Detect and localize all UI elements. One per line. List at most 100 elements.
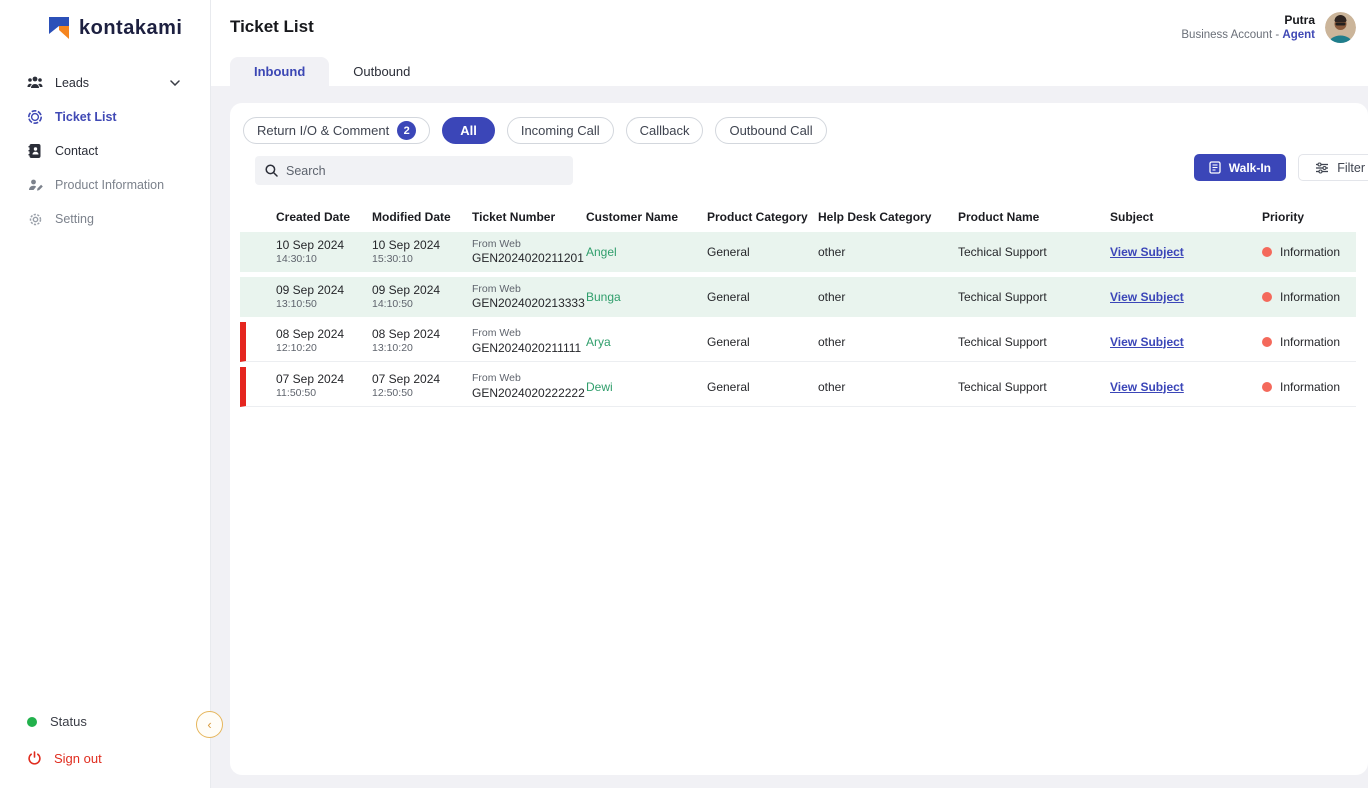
chip-callback[interactable]: Callback xyxy=(626,117,704,144)
main-area: Ticket List Putra Business Account - Age… xyxy=(211,0,1368,788)
tab-inbound[interactable]: Inbound xyxy=(230,57,329,86)
modified-date-cell: 09 Sep 2024 14:10:50 xyxy=(372,283,472,311)
view-subject-link[interactable]: View Subject xyxy=(1110,290,1184,304)
walk-in-button[interactable]: Walk-In xyxy=(1194,154,1286,181)
ticket-card: Return I/O & Comment 2 All Incoming Call… xyxy=(230,103,1368,775)
column-header-product-name: Product Name xyxy=(958,210,1110,224)
subject-cell: View Subject xyxy=(1110,335,1262,349)
search-box[interactable] xyxy=(255,156,573,185)
gear-icon xyxy=(27,211,43,227)
sidebar-item-label: Product Information xyxy=(55,178,164,192)
customer-name-cell: Arya xyxy=(586,335,707,349)
filter-chips-row: Return I/O & Comment 2 All Incoming Call… xyxy=(230,103,1368,144)
modified-date-cell: 10 Sep 2024 15:30:10 xyxy=(372,238,472,266)
column-header-priority: Priority xyxy=(1262,210,1356,224)
priority-dot-icon xyxy=(1262,337,1272,347)
chip-return-io-comment[interactable]: Return I/O & Comment 2 xyxy=(243,117,430,144)
ticket-number-cell: From Web GEN2024020211201 xyxy=(472,238,586,266)
ticket-number-cell: From Web GEN2024020211111 xyxy=(472,327,586,355)
topbar: Ticket List Putra Business Account - Age… xyxy=(211,0,1368,57)
brand-name: kontakami xyxy=(79,17,182,40)
view-subject-link[interactable]: View Subject xyxy=(1110,380,1184,394)
avatar[interactable] xyxy=(1325,12,1356,43)
created-date-cell: 08 Sep 2024 12:10:20 xyxy=(276,327,372,355)
sidebar-bottom: Status Sign out xyxy=(0,714,210,788)
user-name: Putra xyxy=(1181,12,1315,28)
walk-in-doc-icon xyxy=(1209,161,1221,174)
table-row[interactable]: 08 Sep 2024 12:10:20 08 Sep 2024 13:10:2… xyxy=(240,322,1356,362)
subject-cell: View Subject xyxy=(1110,290,1262,304)
user-role: Agent xyxy=(1282,29,1315,41)
product-name-cell: Techical Support xyxy=(958,245,1110,259)
priority-dot-icon xyxy=(1262,382,1272,392)
sidebar-item-setting[interactable]: Setting xyxy=(0,202,210,236)
priority-cell: Information xyxy=(1262,335,1356,349)
sidebar-item-label: Ticket List xyxy=(55,110,117,124)
help-desk-category-cell: other xyxy=(818,245,958,259)
column-header-customer-name: Customer Name xyxy=(586,210,707,224)
priority-cell: Information xyxy=(1262,245,1356,259)
ticket-icon xyxy=(27,109,43,125)
sidebar-item-label: Contact xyxy=(55,144,98,158)
tab-outbound[interactable]: Outbound xyxy=(329,57,434,86)
customer-name-cell: Dewi xyxy=(586,380,707,394)
view-subject-link[interactable]: View Subject xyxy=(1110,245,1184,259)
column-header-ticket-number: Ticket Number xyxy=(472,210,586,224)
help-desk-category-cell: other xyxy=(818,380,958,394)
table-row[interactable]: 10 Sep 2024 14:30:10 10 Sep 2024 15:30:1… xyxy=(240,232,1356,272)
chip-all[interactable]: All xyxy=(442,117,495,144)
user-info: Putra Business Account - Agent xyxy=(1181,12,1315,44)
user-block[interactable]: Putra Business Account - Agent xyxy=(1181,12,1356,44)
product-category-cell: General xyxy=(707,290,818,304)
priority-cell: Information xyxy=(1262,380,1356,394)
sidebar-item-label: Setting xyxy=(55,212,94,226)
user-subtitle: Business Account - Agent xyxy=(1181,28,1315,44)
ticket-number-cell: From Web GEN2024020222222 xyxy=(472,372,586,400)
priority-dot-icon xyxy=(1262,292,1272,302)
status-indicator: Status xyxy=(27,714,210,729)
product-category-cell: General xyxy=(707,380,818,394)
content-panel: Return I/O & Comment 2 All Incoming Call… xyxy=(211,86,1368,788)
search-icon xyxy=(265,164,278,177)
modified-date-cell: 08 Sep 2024 13:10:20 xyxy=(372,327,472,355)
count-badge: 2 xyxy=(397,121,416,140)
created-date-cell: 10 Sep 2024 14:30:10 xyxy=(276,238,372,266)
chip-incoming-call[interactable]: Incoming Call xyxy=(507,117,614,144)
help-desk-category-cell: other xyxy=(818,335,958,349)
chip-label: Return I/O & Comment xyxy=(257,123,389,138)
sidebar-item-leads[interactable]: Leads xyxy=(0,66,210,100)
priority-cell: Information xyxy=(1262,290,1356,304)
created-date-cell: 09 Sep 2024 13:10:50 xyxy=(276,283,372,311)
subject-cell: View Subject xyxy=(1110,380,1262,394)
column-header-help-desk-category: Help Desk Category xyxy=(818,210,958,224)
sidebar-collapse-button[interactable]: ‹ xyxy=(196,711,223,738)
power-icon xyxy=(27,751,42,766)
kontakami-logo-icon xyxy=(48,16,70,40)
sliders-icon xyxy=(1315,162,1329,174)
sign-out-button[interactable]: Sign out xyxy=(27,751,210,766)
view-subject-link[interactable]: View Subject xyxy=(1110,335,1184,349)
table-row[interactable]: 07 Sep 2024 11:50:50 07 Sep 2024 12:50:5… xyxy=(240,367,1356,407)
contact-book-icon xyxy=(27,143,43,159)
person-edit-icon xyxy=(27,177,43,193)
column-header-modified-date: Modified Date xyxy=(372,210,472,224)
sidebar-item-product-information[interactable]: Product Information xyxy=(0,168,210,202)
chip-outbound-call[interactable]: Outbound Call xyxy=(715,117,826,144)
sign-out-label: Sign out xyxy=(54,751,102,766)
filter-label: Filter xyxy=(1337,161,1365,175)
help-desk-category-cell: other xyxy=(818,290,958,304)
search-input[interactable] xyxy=(286,164,563,178)
filter-button[interactable]: Filter xyxy=(1298,154,1368,181)
table-row[interactable]: 09 Sep 2024 13:10:50 09 Sep 2024 14:10:5… xyxy=(240,277,1356,317)
product-name-cell: Techical Support xyxy=(958,335,1110,349)
walk-in-label: Walk-In xyxy=(1229,161,1271,175)
user-separator: - xyxy=(1275,29,1279,41)
created-date-cell: 07 Sep 2024 11:50:50 xyxy=(276,372,372,400)
sidebar-item-contact[interactable]: Contact xyxy=(0,134,210,168)
status-dot-icon xyxy=(27,717,37,727)
page-title: Ticket List xyxy=(230,17,314,37)
sidebar-item-ticket-list[interactable]: Ticket List xyxy=(0,100,210,134)
product-category-cell: General xyxy=(707,335,818,349)
table-header: Created Date Modified Date Ticket Number… xyxy=(240,202,1356,232)
chevron-down-icon[interactable] xyxy=(170,80,180,86)
